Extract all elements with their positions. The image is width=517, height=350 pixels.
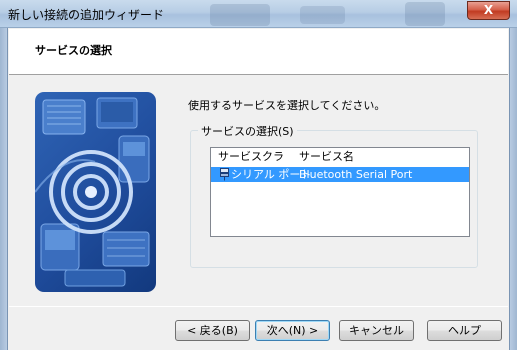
instruction-text: 使用するサービスを選択してください。 [188,99,386,112]
close-button[interactable]: X [467,1,510,20]
service-name-cell: Bluetooth Serial Port [299,168,413,181]
list-header: サービスクラス サービス名 [211,148,469,181]
title-bar-background-blur [300,6,345,24]
service-selection-group-label: サービスの選択(S) [198,123,297,139]
service-list[interactable]: サービスクラス サービス名 シリアル ポート Bluetooth Serial … [210,147,470,237]
window-title: 新しい接続の追加ウィザード [8,8,165,22]
column-header-service-class[interactable]: サービスクラス [211,148,292,181]
wizard-window: 新しい接続の追加ウィザード X サービスの選択 使用するサービスを選択してくださ… [0,0,517,350]
window-frame-right [509,28,517,350]
title-bar-background-blur [210,4,270,26]
cancel-button[interactable]: キャンセル [339,320,414,341]
title-bar-background-blur [405,2,445,26]
list-item[interactable]: シリアル ポート Bluetooth Serial Port [211,167,469,182]
bluetooth-devices-illustration-icon [35,97,150,287]
footer-divider [9,306,508,307]
window-frame-left [0,28,8,350]
help-button[interactable]: ヘルプ [427,320,502,341]
serial-port-icon [220,168,229,181]
wizard-header: サービスの選択 [9,29,508,75]
column-header-service-name[interactable]: サービス名 [292,148,469,166]
title-bar[interactable]: 新しい接続の追加ウィザード X [0,0,517,28]
wizard-illustration [35,92,156,292]
close-icon: X [483,3,494,17]
page-title: サービスの選択 [35,44,112,57]
next-button[interactable]: 次へ(N) > [255,320,330,341]
back-button[interactable]: < 戻る(B) [175,320,250,341]
